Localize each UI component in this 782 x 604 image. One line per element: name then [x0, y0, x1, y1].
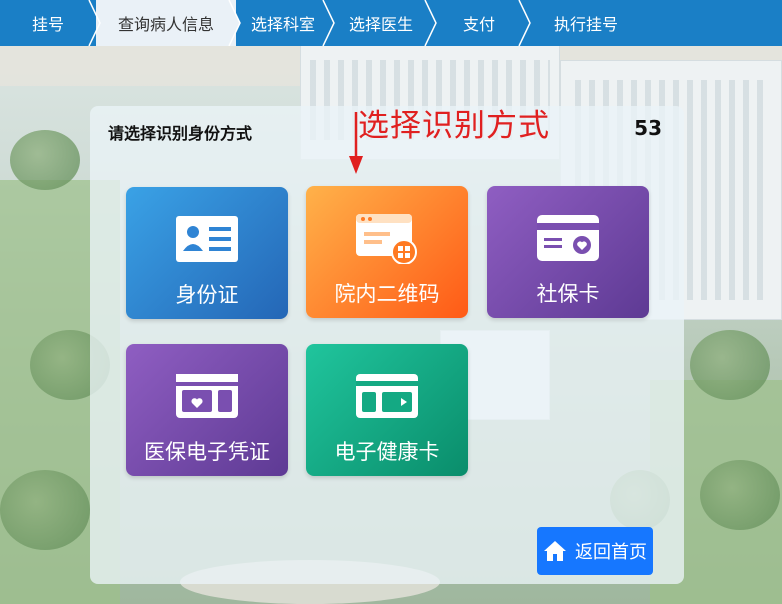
return-home-button[interactable]: 返回首页 — [537, 527, 653, 575]
step-select-doctor: 选择医生 — [330, 0, 437, 46]
hospital-qr-code-option[interactable]: 院内二维码 — [306, 186, 468, 318]
medical-insurance-card-icon — [174, 370, 240, 422]
step-label: 选择医生 — [348, 15, 413, 34]
step-label: 执行挂号 — [553, 15, 618, 34]
social-security-card-option[interactable]: 社保卡 — [487, 186, 649, 318]
step-label: 查询病人信息 — [117, 15, 214, 34]
step-separator-chevron — [88, 0, 101, 46]
id-card-icon — [175, 213, 239, 265]
step-register: 挂号 — [0, 0, 101, 46]
step-separator-chevron — [322, 0, 335, 46]
annotation-label: 选择识别方式 — [358, 108, 550, 144]
step-select-department: 选择科室 — [236, 0, 335, 46]
option-label: 身份证 — [175, 283, 239, 307]
option-label: 医保电子凭证 — [144, 440, 270, 464]
medical-insurance-voucher-option[interactable]: 医保电子凭证 — [126, 344, 288, 476]
countdown-timer: 53 — [634, 116, 662, 140]
step-separator-chevron — [424, 0, 437, 46]
step-label: 挂号 — [31, 15, 64, 34]
step-separator-chevron — [518, 0, 531, 46]
option-label: 社保卡 — [536, 282, 600, 306]
option-label: 院内二维码 — [334, 282, 440, 306]
registration-step-bar: 挂号 查询病人信息 选择科室 选择医生 支付 执行挂号 — [0, 0, 782, 46]
step-execute-registration: 执行挂号 — [526, 0, 646, 46]
step-payment: 支付 — [432, 0, 531, 46]
step-label: 选择科室 — [250, 15, 315, 34]
health-card-icon — [354, 370, 420, 422]
step-label: 支付 — [462, 15, 495, 34]
step-query-patient-info: 查询病人信息 — [96, 0, 241, 46]
social-security-card-icon — [536, 212, 600, 264]
id-card-option[interactable]: 身份证 — [126, 187, 288, 319]
annotation-arrow-icon — [349, 112, 363, 174]
electronic-health-card-option[interactable]: 电子健康卡 — [306, 344, 468, 476]
return-home-label: 返回首页 — [575, 542, 647, 563]
panel-title: 请选择识别身份方式 — [108, 124, 253, 143]
home-icon — [544, 541, 566, 561]
option-label: 电子健康卡 — [334, 440, 440, 464]
qr-code-window-icon — [354, 212, 420, 264]
step-separator-chevron — [228, 0, 241, 46]
